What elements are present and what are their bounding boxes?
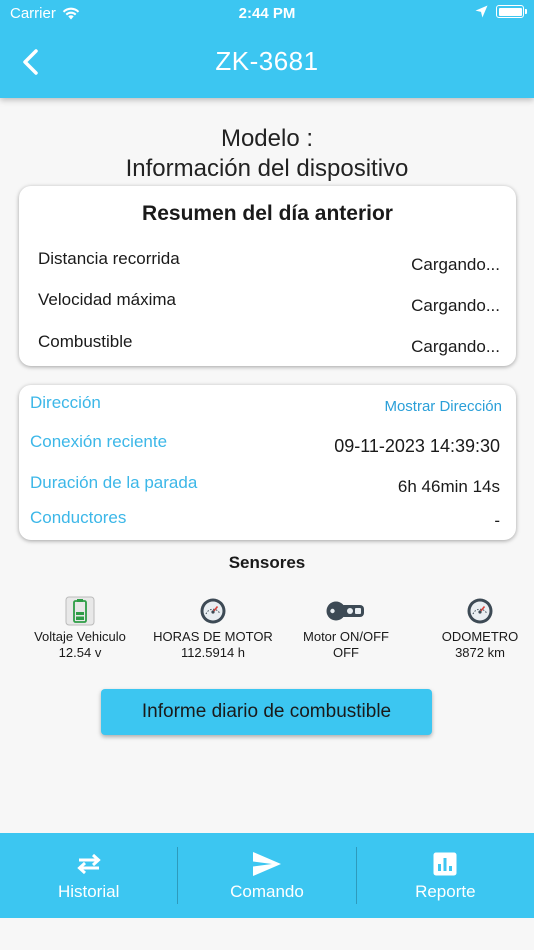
show-address-link[interactable]: Mostrar Dirección	[384, 398, 502, 415]
gauge-icon	[467, 598, 493, 624]
status-time: 2:44 PM	[238, 5, 296, 22]
nav-report-label: Reporte	[415, 881, 476, 901]
max-speed-label: Velocidad máxima	[38, 290, 176, 309]
sensor-value: 112.5914 h	[180, 645, 246, 660]
sensors-title: Sensores	[228, 553, 306, 572]
nav-history-label: Historial	[57, 881, 120, 901]
nav-command-label: Comando	[230, 881, 304, 901]
fuel-value: Cargando...	[411, 337, 500, 356]
sensor-value: 3872 km	[455, 645, 505, 660]
send-icon	[252, 851, 281, 876]
summary-title: Resumen del día anterior	[142, 202, 393, 225]
bar-chart-icon	[433, 852, 457, 875]
gauge-icon	[200, 598, 226, 624]
sensor-value: OFF	[333, 645, 359, 660]
page-title: ZK-3681	[215, 46, 319, 76]
stop-duration-label: Duración de la parada	[30, 473, 198, 492]
battery-status-icon	[496, 5, 527, 18]
device-info-label: Información del dispositivo	[125, 155, 409, 182]
sensor-name: ODOMETRO	[441, 629, 519, 644]
status-right	[475, 5, 527, 18]
battery-icon	[65, 596, 95, 626]
address-label: Dirección	[30, 393, 101, 412]
bottom-nav: Historial Comando Reporte	[0, 833, 534, 918]
ignition-key-icon	[326, 601, 364, 621]
model-heading: Modelo : Información del dispositivo	[0, 124, 534, 184]
location-arrow-icon	[475, 5, 488, 18]
max-speed-value: Cargando...	[411, 296, 500, 315]
fuel-label: Combustible	[38, 332, 133, 351]
sensor-odometer: ODOMETRO 3872 km	[413, 596, 534, 661]
stop-duration-value: 6h 46min 14s	[397, 477, 500, 496]
details-card: Dirección Mostrar Dirección Conexión rec…	[19, 385, 516, 540]
recent-connection-label: Conexión reciente	[30, 432, 168, 451]
sensor-name: HORAS DE MOTOR	[153, 629, 273, 644]
daily-fuel-report-button[interactable]: Informe diario de combustible	[101, 689, 432, 735]
distance-value: Cargando...	[411, 255, 500, 274]
nav-report[interactable]: Reporte	[357, 833, 534, 918]
distance-label: Distancia recorrida	[38, 249, 180, 268]
sensor-engine-hours: HORAS DE MOTOR 112.5914 h	[146, 596, 280, 661]
nav-history[interactable]: Historial	[0, 833, 177, 918]
drivers-value: -	[494, 511, 500, 530]
sensor-name: Motor ON/OFF	[303, 629, 389, 644]
sensor-vehicle-voltage: Voltaje Vehiculo 12.54 v	[13, 596, 147, 661]
app-header: Carrier 2:44 PM ZK-3681	[0, 0, 534, 98]
home-indicator-area	[0, 918, 534, 950]
status-bar: Carrier 2:44 PM	[0, 0, 534, 28]
sensor-name: Voltaje Vehiculo	[34, 629, 126, 644]
summary-card: Resumen del día anterior Distancia recor…	[19, 186, 516, 366]
nav-command[interactable]: Comando	[178, 833, 355, 918]
sensor-engine-on-off: Motor ON/OFF OFF	[279, 596, 413, 661]
drivers-label: Conductores	[30, 508, 127, 527]
model-label: Modelo :	[220, 125, 314, 152]
sensor-value: 12.54 v	[58, 645, 102, 660]
swap-arrows-icon	[76, 853, 101, 874]
recent-connection-value: 09-11-2023 14:39:30	[334, 436, 500, 456]
